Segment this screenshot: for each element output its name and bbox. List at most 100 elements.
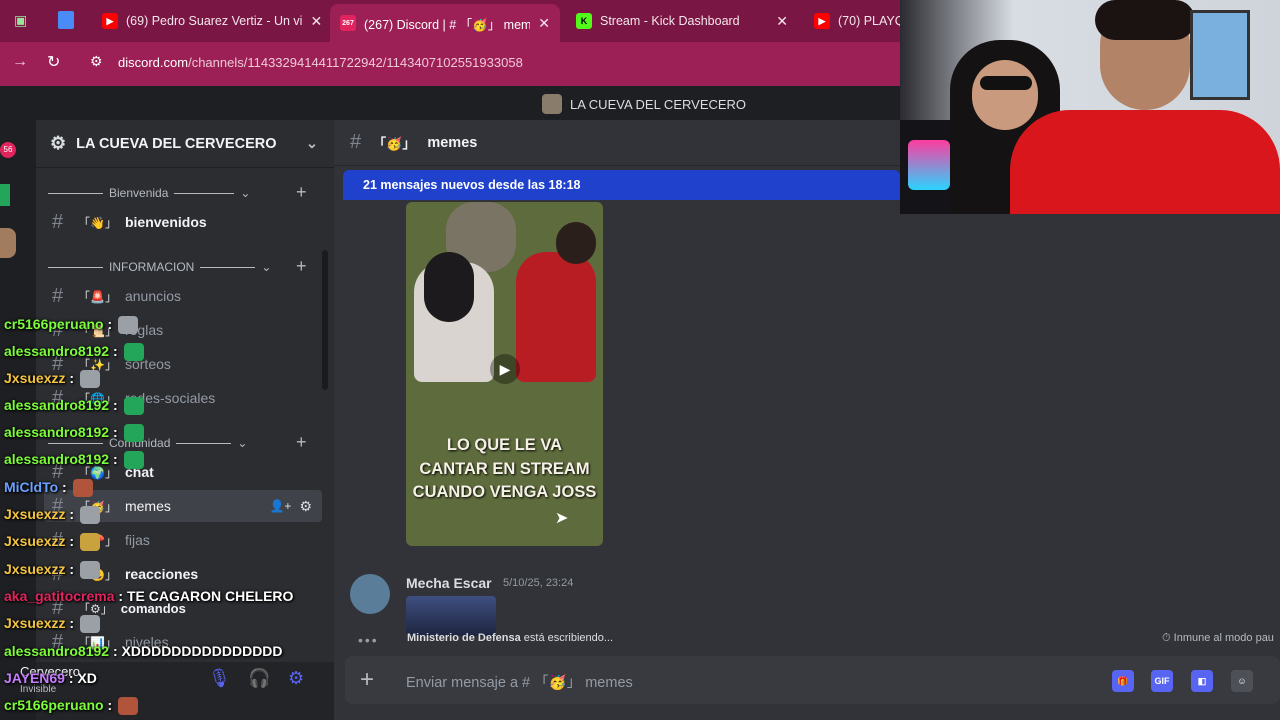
chat-emote-icon (118, 697, 139, 716)
gear-icon[interactable]: ⚙ (299, 498, 312, 515)
close-tab-icon[interactable]: ✕ (310, 13, 322, 30)
tab-discord[interactable]: 267 (267) Discord | # 「🥳」 memes ✕ (330, 4, 560, 42)
stream-chat-line: alessandro8192 : XDDDDDDDDDDDDDDD (4, 643, 283, 659)
stream-chat-line: alessandro8192 : (4, 424, 144, 443)
add-channel-icon[interactable]: + (296, 182, 307, 203)
chat-message-text: XD (77, 670, 97, 686)
category-bienvenida[interactable]: Bienvenida ⌄ (48, 186, 250, 200)
server-icon[interactable] (0, 228, 16, 258)
person-boy (516, 252, 596, 382)
stream-chat-line: alessandro8192 : (4, 343, 144, 362)
sticker-icon[interactable]: ◧ (1191, 670, 1213, 692)
tab-title: (70) PLAYQU (838, 14, 904, 28)
play-icon[interactable]: ▶ (490, 354, 520, 384)
video-attachment[interactable]: ▶ LO QUE LE VA CANTAR EN STREAM CUANDO V… (406, 202, 603, 546)
chat-message-text: TE CAGARON CHELERO (126, 588, 294, 604)
chat-username: Jxsuexzz (4, 561, 66, 577)
docs-icon[interactable] (58, 11, 74, 29)
chat-username: alessandro8192 (4, 451, 110, 467)
stream-chat-line: MiCldTo : (4, 479, 93, 498)
reload-icon[interactable]: ↻ (47, 52, 60, 72)
mute-mic-icon[interactable]: 🎙 (208, 668, 231, 689)
channel-emoji: 「🥳」 (373, 136, 416, 151)
video-caption: LO QUE LE VA CANTAR EN STREAM CUANDO VEN… (412, 436, 597, 501)
channel-name: memes (124, 498, 171, 514)
chat-username: Jxsuexzz (4, 370, 66, 386)
discord-icon: 267 (340, 15, 356, 31)
chat-username: cr5166peruano (4, 316, 104, 332)
add-channel-icon[interactable]: + (296, 256, 307, 277)
emoji-icon[interactable]: ☺ (1231, 670, 1253, 692)
hash-icon: # (52, 284, 64, 307)
channel-name: reacciones (124, 566, 199, 582)
kick-icon: K (576, 13, 592, 29)
chevron-down-icon: ⌄ (237, 436, 248, 450)
chat-username: MiCldTo (4, 479, 59, 495)
face (972, 60, 1038, 130)
server-avatar (542, 94, 562, 114)
category-label: Bienvenida (109, 186, 169, 200)
tab-youtube-1[interactable]: ▶ (69) Pedro Suarez Vertiz - Un vi ✕ (92, 6, 328, 36)
add-channel-icon[interactable]: + (296, 432, 307, 453)
forward-icon[interactable]: → (12, 53, 28, 71)
user-settings-icon[interactable]: ⚙ (288, 668, 304, 689)
server-badge: 56 (0, 142, 16, 158)
tab-youtube-2[interactable]: ▶ (70) PLAYQU (804, 6, 904, 36)
chat-emote-icon (123, 343, 144, 362)
chat-emote-icon (79, 561, 100, 580)
channel-name: bienvenidos (124, 214, 207, 230)
chevron-down-icon: ⌄ (305, 135, 318, 152)
category-informacion[interactable]: INFORMACION ⌄ (48, 260, 271, 274)
avatar[interactable] (350, 574, 390, 614)
sunglasses (980, 76, 1032, 90)
stream-chat-line: Jxsuexzz : (4, 370, 100, 389)
site-settings-icon[interactable]: ⚙ (90, 53, 103, 70)
chat-emote-icon (79, 506, 100, 525)
gift-icon[interactable]: 🎁 (1112, 670, 1134, 692)
message-timestamp: 5/10/25, 23:24 (503, 577, 574, 589)
tab-kick[interactable]: K Stream - Kick Dashboard ✕ (566, 6, 798, 36)
typing-user: Ministerio de Defensa (407, 632, 521, 644)
stream-chat-line: Jxsuexzz : (4, 561, 100, 580)
add-member-icon[interactable]: 👤+ (269, 499, 291, 513)
message-author[interactable]: Mecha Escar (406, 575, 492, 591)
channel-emoji: 「👋」 (78, 215, 117, 230)
stream-chat-line: alessandro8192 : (4, 397, 144, 416)
chat-username: Jxsuexzz (4, 615, 66, 631)
new-messages-banner[interactable]: 21 mensajes nuevos desde las 18:18 (343, 170, 900, 200)
webcam-feed (900, 0, 1280, 214)
channel-anuncios[interactable]: # 「🚨」 anuncios (44, 280, 322, 312)
chat-emote-icon (123, 451, 144, 470)
channel-header: # 「🥳」 memes (334, 120, 900, 166)
hair (424, 252, 474, 322)
chat-emote-icon (79, 533, 100, 552)
top-title-text: LA CUEVA DEL CERVECERO (570, 96, 747, 112)
headphones-icon[interactable]: 🎧 (248, 668, 270, 689)
tab-title: (69) Pedro Suarez Vertiz - Un vi (126, 14, 303, 28)
youtube-icon: ▶ (102, 13, 118, 29)
channel-bienvenidos[interactable]: # 「👋」 bienvenidos (44, 206, 322, 238)
server-header[interactable]: ⚙ LA CUEVA DEL CERVECERO ⌄ (36, 120, 334, 168)
tab-groups-icon[interactable]: ▣ (14, 12, 27, 29)
channel-name: fijas (124, 532, 150, 548)
framed-jersey (1190, 10, 1250, 100)
attach-plus-icon[interactable]: + (360, 666, 374, 694)
stream-chat-line: JAYEN69 : XD (4, 670, 97, 686)
chat-username: alessandro8192 (4, 643, 110, 659)
close-tab-icon[interactable]: ✕ (538, 15, 550, 32)
message-image[interactable] (406, 596, 496, 636)
chat-username: cr5166peruano (4, 697, 104, 713)
close-tab-icon[interactable]: ✕ (776, 13, 788, 30)
chat-username: aka_gatitocrema (4, 588, 115, 604)
gif-icon[interactable]: GIF (1151, 670, 1173, 692)
server-icon[interactable] (0, 184, 10, 206)
chat-emote-icon (123, 397, 144, 416)
red-shirt (1010, 110, 1280, 214)
chat-emote-icon (123, 424, 144, 443)
stream-chat-line: Jxsuexzz : (4, 615, 100, 634)
url-field[interactable]: discord.com/channels/1143329414411722942… (118, 55, 523, 70)
youtube-icon: ▶ (814, 13, 830, 29)
stream-chat-line: cr5166peruano : (4, 316, 139, 335)
sidebar-scrollbar[interactable] (322, 250, 328, 390)
chat-username: JAYEN69 (4, 670, 65, 686)
